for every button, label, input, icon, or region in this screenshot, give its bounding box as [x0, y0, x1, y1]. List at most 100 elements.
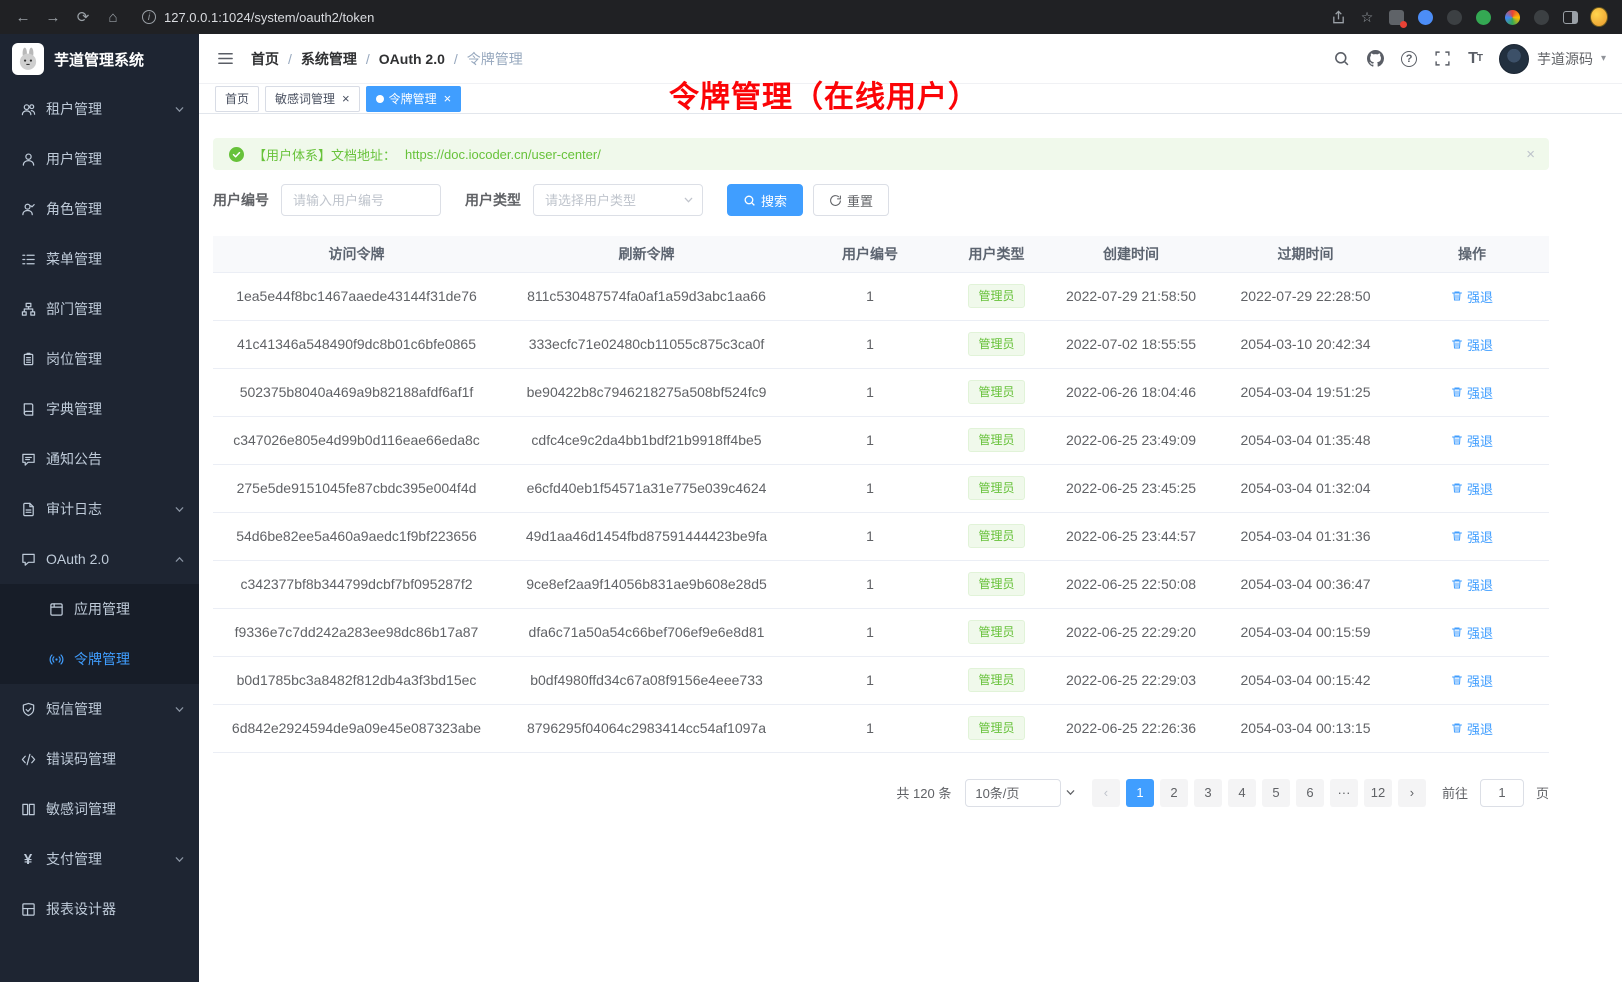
sidebar-item-oauth2-app[interactable]: 应用管理 — [0, 584, 199, 634]
breadcrumb-item[interactable]: 系统管理 — [301, 49, 357, 69]
sidebar-item-dept[interactable]: 部门管理 — [0, 284, 199, 334]
sidebar-item-role[interactable]: 角色管理 — [0, 184, 199, 234]
token-table: 访问令牌刷新令牌用户编号用户类型创建时间过期时间操作 1ea5e44f8bc14… — [213, 236, 1549, 753]
force-logout-button[interactable]: 强退 — [1451, 527, 1493, 546]
extension-badge-icon[interactable] — [1387, 8, 1405, 26]
column-header: 创建时间 — [1046, 236, 1216, 272]
next-page-button[interactable]: › — [1398, 779, 1426, 807]
force-logout-button[interactable]: 强退 — [1451, 431, 1493, 450]
address-bar[interactable]: i 127.0.0.1:1024/system/oauth2/token — [126, 10, 1329, 25]
app-logo-row[interactable]: 芋道管理系统 — [0, 34, 199, 84]
more-pages-button[interactable]: ··· — [1330, 779, 1358, 807]
browser-back-button[interactable]: ← — [10, 4, 36, 30]
force-logout-button[interactable]: 强退 — [1451, 623, 1493, 642]
force-logout-button[interactable]: 强退 — [1451, 575, 1493, 594]
page-number-button[interactable]: 2 — [1160, 779, 1188, 807]
share-icon[interactable] — [1329, 8, 1347, 26]
tab-令牌管理[interactable]: 令牌管理 × — [366, 86, 462, 112]
extensions-puzzle-icon[interactable] — [1532, 8, 1550, 26]
goto-page-input[interactable] — [1480, 779, 1524, 807]
sidebar-item-oauth2[interactable]: OAuth 2.0 — [0, 534, 199, 584]
tab-close-icon[interactable]: × — [444, 92, 452, 105]
cell-expire-time: 2054-03-04 01:31:36 — [1216, 512, 1395, 560]
sidebar-item-post[interactable]: 岗位管理 — [0, 334, 199, 384]
user-menu[interactable]: 芋道源码 ▾ — [1499, 44, 1606, 74]
menu-item-icon — [20, 751, 36, 767]
help-icon[interactable]: ? — [1401, 51, 1417, 67]
side-panel-icon[interactable] — [1561, 8, 1579, 26]
page-number-button[interactable]: 3 — [1194, 779, 1222, 807]
force-logout-button[interactable]: 强退 — [1451, 383, 1493, 402]
close-icon[interactable]: × — [1526, 146, 1535, 163]
cell-user-type: 管理员 — [947, 368, 1046, 416]
success-check-icon — [229, 147, 244, 162]
extension-dark-icon[interactable] — [1445, 8, 1463, 26]
force-logout-button[interactable]: 强退 — [1451, 479, 1493, 498]
tab-敏感词管理[interactable]: 敏感词管理 × — [265, 86, 360, 112]
prev-page-button[interactable]: ‹ — [1092, 779, 1120, 807]
table-row: 502375b8040a469a9b82188afdf6af1f be90422… — [213, 368, 1549, 416]
sidebar-item-user[interactable]: 用户管理 — [0, 134, 199, 184]
github-icon[interactable] — [1367, 50, 1384, 67]
breadcrumb-item[interactable]: OAuth 2.0 — [379, 51, 445, 67]
extension-green-icon[interactable] — [1474, 8, 1492, 26]
sidebar-item-dict[interactable]: 字典管理 — [0, 384, 199, 434]
cell-expire-time: 2054-03-04 00:15:42 — [1216, 656, 1395, 704]
reset-button[interactable]: 重置 — [813, 184, 889, 216]
sidebar-item-report-designer[interactable]: 报表设计器 — [0, 884, 199, 934]
browser-reload-button[interactable]: ⟳ — [70, 4, 96, 30]
extension-multicolor-icon[interactable] — [1503, 8, 1521, 26]
chevron-down-icon — [174, 104, 185, 115]
sidebar-collapse-icon[interactable] — [215, 49, 235, 69]
cell-refresh-token: 811c530487574fa0af1a59d3abc1aa66 — [500, 272, 793, 320]
cell-actions: 强退 — [1395, 320, 1549, 368]
sidebar-item-pay[interactable]: ¥ 支付管理 — [0, 834, 199, 884]
page-number-button[interactable]: 6 — [1296, 779, 1324, 807]
force-logout-button[interactable]: 强退 — [1451, 287, 1493, 306]
bookmark-star-icon[interactable]: ☆ — [1358, 8, 1376, 26]
browser-profile-avatar[interactable] — [1590, 8, 1608, 26]
cell-user-id: 1 — [793, 656, 947, 704]
doc-link[interactable]: https://doc.iocoder.cn/user-center/ — [405, 147, 601, 162]
page-number-button[interactable]: 5 — [1262, 779, 1290, 807]
browser-forward-button[interactable]: → — [40, 4, 66, 30]
page-number-button[interactable]: 4 — [1228, 779, 1256, 807]
browser-home-button[interactable]: ⌂ — [100, 4, 126, 30]
tab-首页[interactable]: 首页 — [215, 86, 259, 112]
site-info-icon[interactable]: i — [142, 10, 156, 24]
sidebar-item-notice[interactable]: 通知公告 — [0, 434, 199, 484]
breadcrumb-item[interactable]: 首页 — [251, 49, 279, 69]
force-logout-button[interactable]: 强退 — [1451, 719, 1493, 738]
extension-blue-icon[interactable] — [1416, 8, 1434, 26]
page-number-button[interactable]: 12 — [1364, 779, 1392, 807]
search-icon[interactable] — [1333, 50, 1350, 67]
search-button[interactable]: 搜索 — [727, 184, 803, 216]
user-type-tag: 管理员 — [968, 668, 1024, 692]
fullscreen-icon[interactable] — [1434, 50, 1451, 67]
alert-text: 【用户体系】文档地址： — [253, 145, 396, 164]
trash-icon — [1451, 530, 1463, 542]
page-content: 【用户体系】文档地址： https://doc.iocoder.cn/user-… — [199, 114, 1622, 982]
tab-close-icon[interactable]: × — [342, 92, 350, 105]
app-logo-icon — [12, 43, 44, 75]
sidebar-item-menu[interactable]: 菜单管理 — [0, 234, 199, 284]
user-id-input[interactable] — [281, 184, 441, 216]
force-logout-button[interactable]: 强退 — [1451, 335, 1493, 354]
chevron-down-icon — [174, 704, 185, 715]
url-text: 127.0.0.1:1024/system/oauth2/token — [164, 10, 374, 25]
force-logout-button[interactable]: 强退 — [1451, 671, 1493, 690]
sidebar-item-error-code[interactable]: 错误码管理 — [0, 734, 199, 784]
sidebar-item-audit-log[interactable]: 审计日志 — [0, 484, 199, 534]
cell-access-token: 1ea5e44f8bc1467aaede43144f31de76 — [213, 272, 500, 320]
page-number-button[interactable]: 1 — [1126, 779, 1154, 807]
page-size-select-input[interactable] — [965, 779, 1061, 807]
sidebar-item-oauth2-token[interactable]: 令牌管理 — [0, 634, 199, 684]
cell-actions: 强退 — [1395, 368, 1549, 416]
trash-icon — [1451, 386, 1463, 398]
cell-access-token: 6d842e2924594de9a09e45e087323abe — [213, 704, 500, 752]
font-size-icon[interactable]: TT — [1468, 51, 1482, 67]
sidebar-item-sensitive-word[interactable]: 敏感词管理 — [0, 784, 199, 834]
sidebar-item-sms[interactable]: 短信管理 — [0, 684, 199, 734]
user-type-select-input[interactable] — [533, 184, 703, 216]
sidebar-item-tenant[interactable]: 租户管理 — [0, 84, 199, 134]
